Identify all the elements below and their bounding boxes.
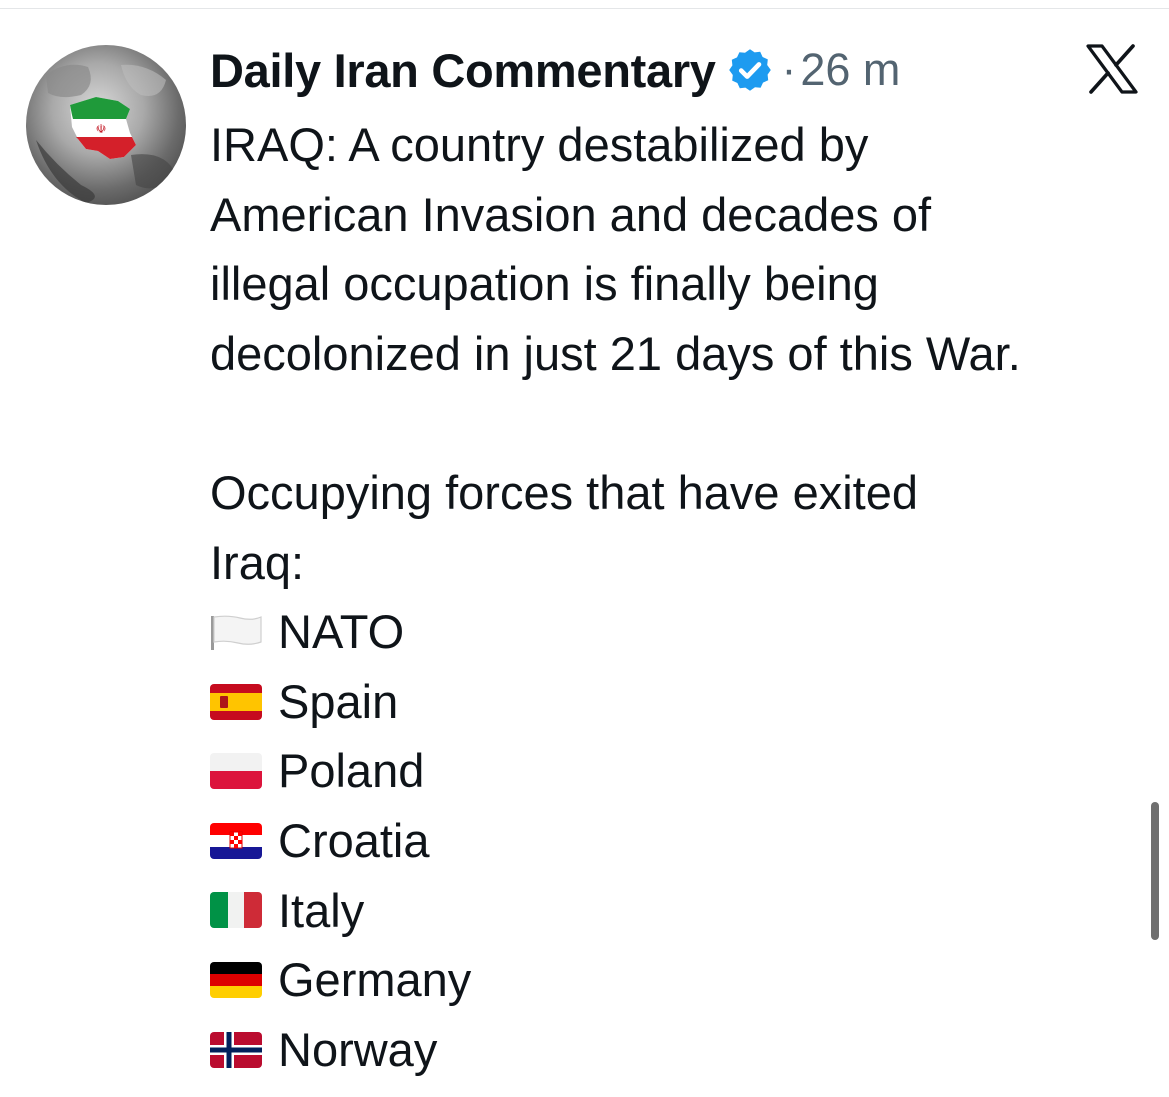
list-item-label: NATO (278, 605, 405, 659)
intro-line: IRAQ: A country destabilized by (210, 118, 869, 171)
list-item: Italy (210, 876, 1160, 946)
x-logo-icon[interactable] (1086, 44, 1138, 94)
verified-badge-icon (726, 46, 774, 94)
avatar[interactable]: ☫ (26, 45, 186, 205)
timestamp[interactable]: 26 m (800, 44, 900, 96)
list-item-label: Germany (278, 953, 472, 1007)
spain-flag-icon (210, 683, 262, 720)
list-item: NATO (210, 597, 1160, 667)
list-item: Spain (210, 667, 1160, 737)
list-heading-line: Occupying forces that have exited (210, 465, 919, 519)
list-item-label: Italy (278, 883, 365, 937)
header-separator: · (781, 45, 797, 94)
germany-flag-icon (210, 961, 262, 998)
list-item-label: Croatia (278, 813, 430, 867)
italy-flag-icon (210, 892, 262, 929)
author-name[interactable]: Daily Iran Commentary (210, 43, 716, 98)
croatia-flag-icon (210, 822, 262, 859)
tweet-header: Daily Iran Commentary · 26 m (210, 40, 900, 100)
list-heading-line: Iraq: (210, 535, 305, 589)
svg-text:☫: ☫ (96, 122, 107, 136)
tweet-text: IRAQ: A country destabilized by American… (210, 110, 1160, 1084)
intro-line: American Invasion and decades of (210, 187, 932, 241)
list-item: Croatia (210, 806, 1160, 876)
intro-line: illegal occupation is finally being (210, 257, 879, 311)
list-item: Germany (210, 945, 1160, 1015)
poland-flag-icon (210, 753, 262, 790)
list-item-label: Poland (278, 744, 425, 798)
avatar-map-iran-icon: ☫ (36, 64, 176, 203)
scrollbar-thumb[interactable] (1151, 802, 1159, 940)
list-item-label: Norway (278, 1022, 438, 1076)
top-divider (0, 8, 1169, 9)
intro-line: decolonized in just 21 days of this War. (210, 326, 1021, 380)
list-item-label: Spain (278, 674, 399, 728)
list-item: Norway (210, 1015, 1160, 1085)
norway-flag-icon (210, 1031, 262, 1068)
white-flag-icon (210, 614, 262, 650)
list-item: Poland (210, 736, 1160, 806)
